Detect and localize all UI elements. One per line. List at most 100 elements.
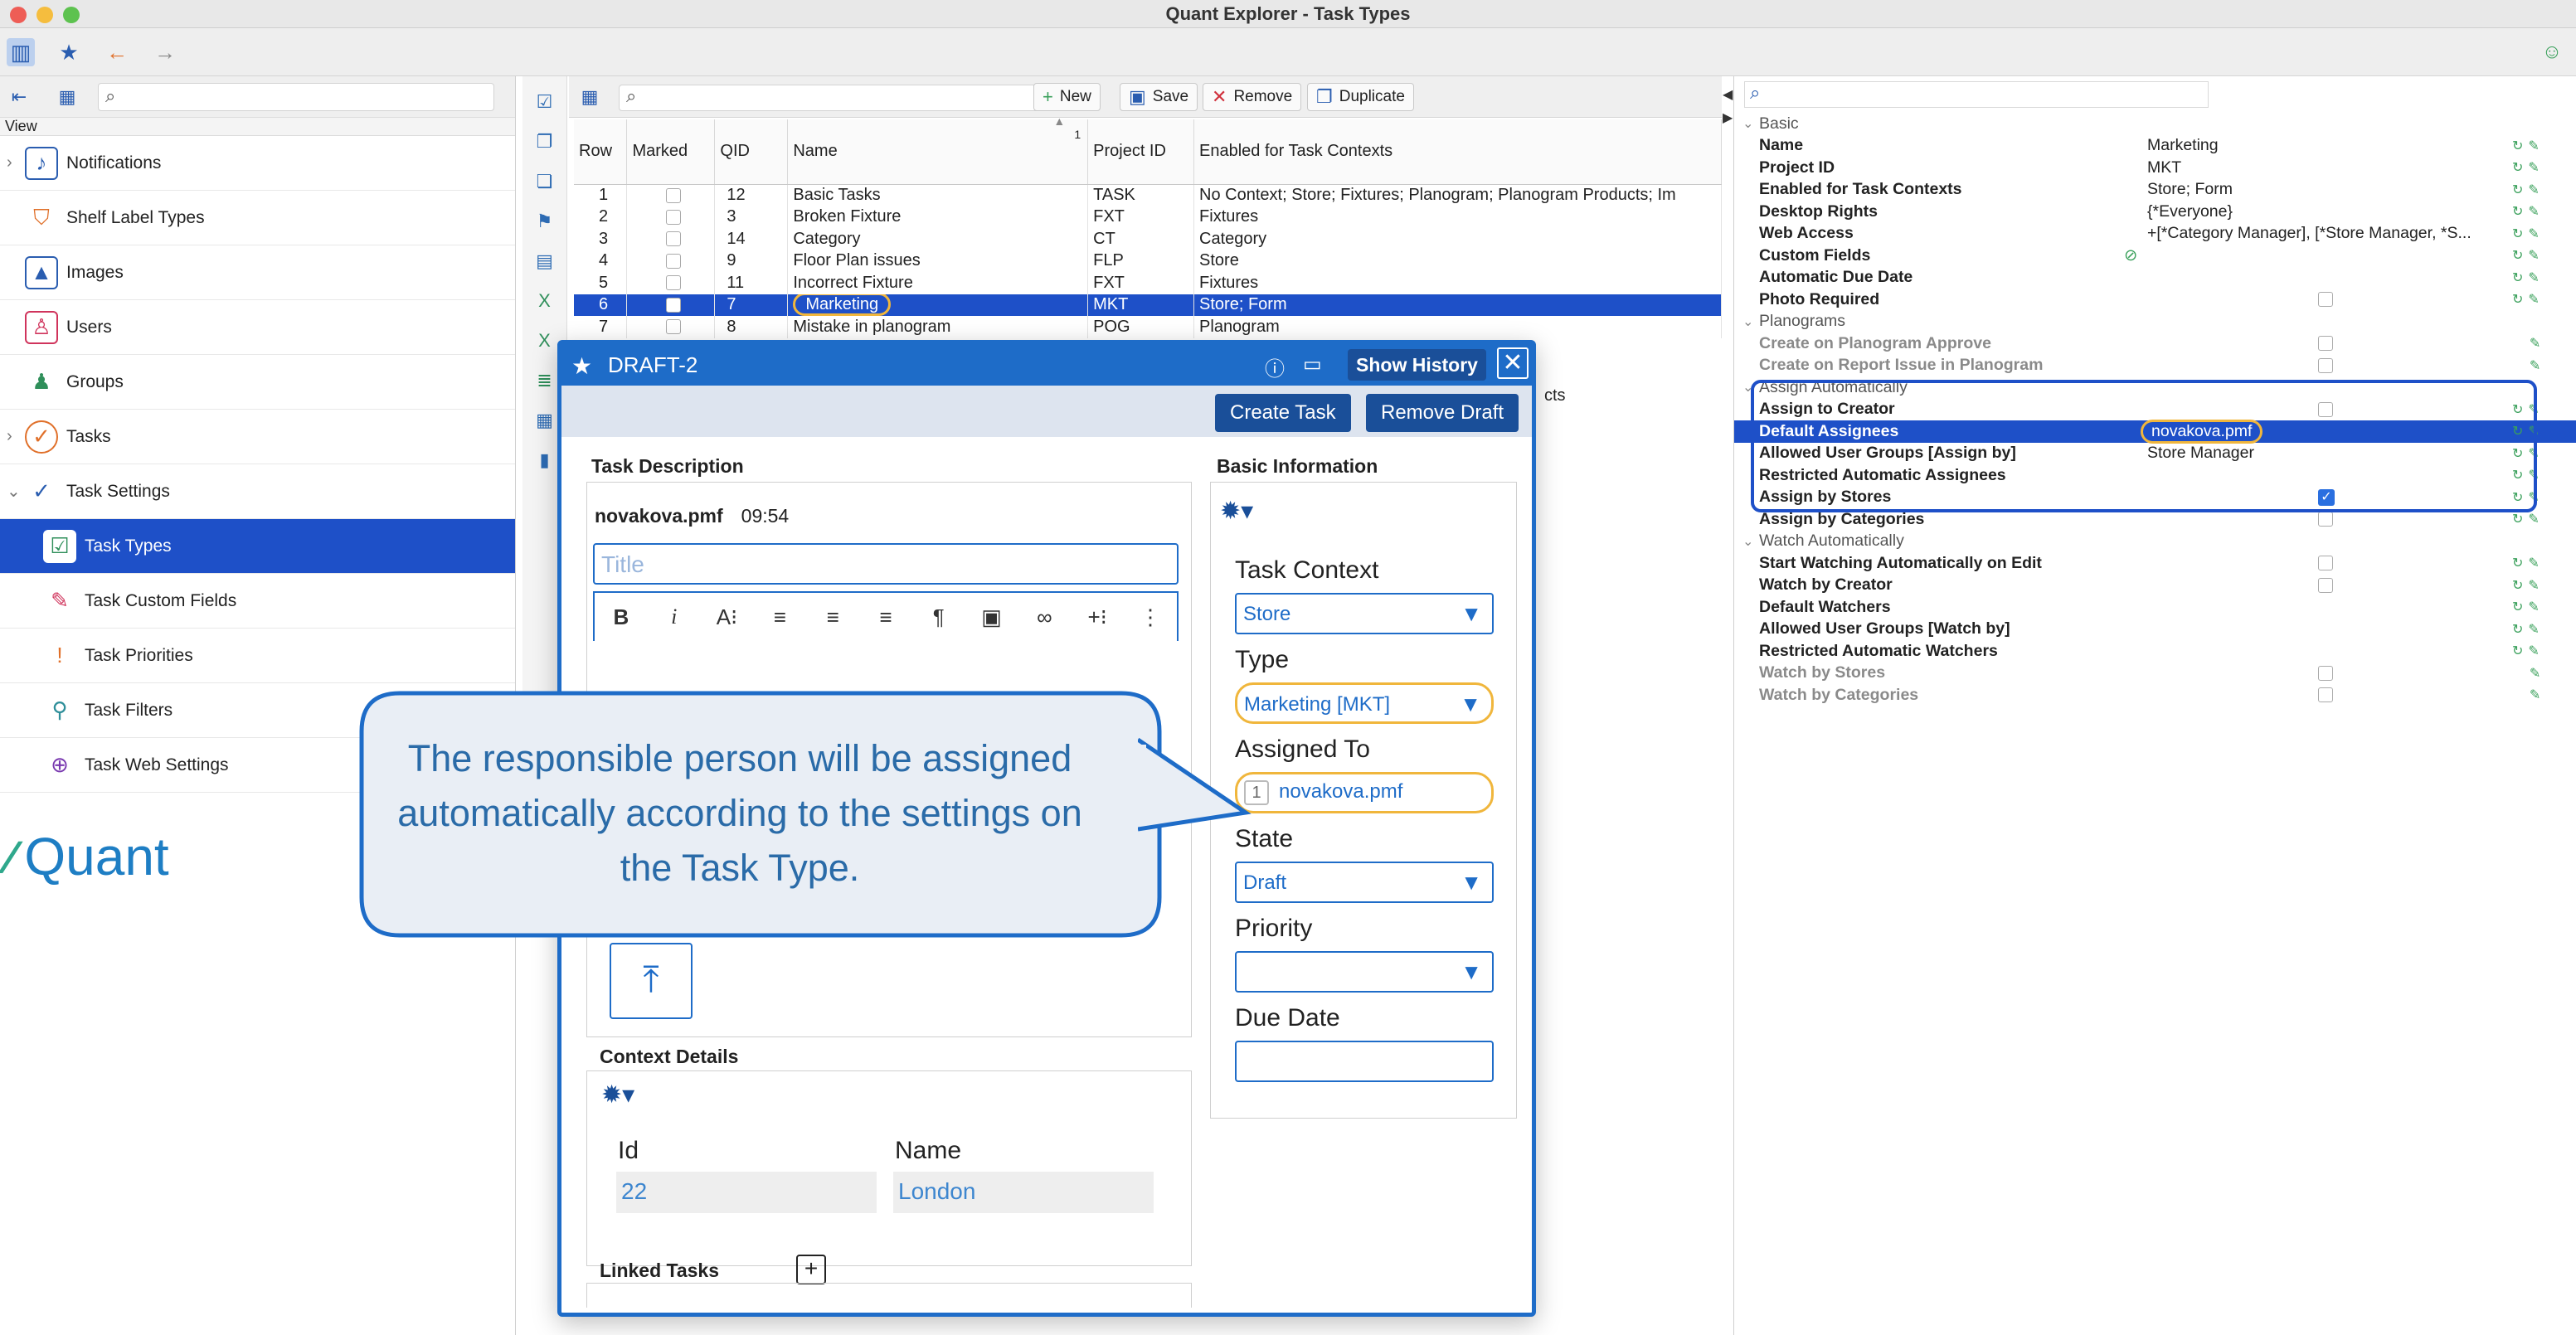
list-search-input[interactable]: ⌕: [619, 85, 1067, 111]
task-context-select[interactable]: Store ▼: [1235, 593, 1494, 634]
property-row-start-watching-on-edit[interactable]: Start Watching Automatically on Edit ↻✎: [1734, 552, 2576, 575]
tag-icon[interactable]: ⚑: [531, 207, 559, 235]
document-icon[interactable]: ▤: [531, 247, 559, 275]
marked-checkbox[interactable]: [665, 209, 681, 225]
more-options-icon[interactable]: ⋮: [1124, 604, 1177, 630]
cell-marked[interactable]: [626, 316, 716, 338]
property-row-custom-fields[interactable]: Custom Fields ⊘ ↻✎: [1734, 245, 2576, 267]
upload-attachment-button[interactable]: ⤒: [610, 943, 693, 1019]
property-row-watch-by-stores[interactable]: Watch by Stores ✎: [1734, 663, 2576, 685]
property-row-enabled-contexts[interactable]: Enabled for Task Contexts Store; Form ↻✎: [1734, 179, 2576, 201]
chevron-down-icon[interactable]: ⌄: [1742, 533, 1753, 550]
italic-icon[interactable]: i: [648, 604, 701, 629]
sidebar-item-images[interactable]: ▲ Images: [0, 245, 515, 300]
marked-checkbox[interactable]: [665, 297, 681, 313]
table-icon[interactable]: ▦: [531, 406, 559, 434]
expand-panel-icon[interactable]: ▶: [1723, 109, 1733, 126]
reset-edit-icons[interactable]: ↻✎: [2512, 555, 2544, 571]
title-input[interactable]: Title: [593, 543, 1179, 585]
property-row-watch-by-creator[interactable]: Watch by Creator ↻✎: [1734, 575, 2576, 597]
cell-marked[interactable]: [626, 250, 716, 272]
sidebar-item-groups[interactable]: ♟ Groups: [0, 355, 515, 410]
insert-more-icon[interactable]: +⁝: [1071, 604, 1124, 630]
property-checkbox[interactable]: [2318, 357, 2333, 373]
remove-draft-button[interactable]: Remove Draft: [1366, 394, 1519, 432]
edit-icon[interactable]: ✎: [2512, 335, 2545, 352]
add-linked-task-button[interactable]: +: [796, 1255, 826, 1284]
chevron-right-icon[interactable]: ›: [7, 427, 12, 446]
property-group-watch-automatically[interactable]: ⌄ Watch Automatically: [1734, 531, 2576, 553]
star-icon[interactable]: ★: [571, 352, 592, 380]
marked-checkbox[interactable]: [665, 187, 681, 203]
csv-icon[interactable]: ≣: [531, 367, 559, 395]
column-header-marked[interactable]: Marked: [626, 119, 716, 185]
chevron-down-icon[interactable]: ⌄: [1742, 115, 1753, 132]
cell-marked[interactable]: [626, 294, 716, 316]
sidebar-item-shelf-label-types[interactable]: ⛉ Shelf Label Types: [0, 191, 515, 245]
gear-icon[interactable]: ✹▾: [1220, 497, 1253, 526]
chevron-down-icon[interactable]: ⌄: [1742, 313, 1753, 330]
property-row-watch-by-categories[interactable]: Watch by Categories ✎: [1734, 684, 2576, 706]
table-row[interactable]: 2 3 Broken Fixture FXT Fixtures: [574, 206, 1722, 228]
properties-search-input[interactable]: ⌕: [1744, 81, 2209, 108]
table-row[interactable]: 7 8 Mistake in planogram POG Planogram: [574, 316, 1722, 338]
reset-edit-icons[interactable]: ↻✎: [2512, 291, 2544, 308]
table-row[interactable]: 4 9 Floor Plan issues FLP Store: [574, 250, 1722, 272]
property-row-default-watchers[interactable]: Default Watchers ↻✎: [1734, 596, 2576, 619]
align-center-icon[interactable]: ≡: [806, 604, 859, 630]
excel-export-icon[interactable]: X: [531, 287, 559, 315]
property-row-automatic-due-date[interactable]: Automatic Due Date ↻✎: [1734, 267, 2576, 289]
reset-edit-icons[interactable]: ↻✎: [2512, 577, 2544, 594]
property-checkbox[interactable]: [2318, 665, 2333, 681]
grid-view-icon[interactable]: ▦: [576, 83, 604, 111]
edit-icon[interactable]: ✎: [2512, 665, 2545, 682]
align-left-icon[interactable]: ≡: [753, 604, 806, 630]
status-smiley-icon[interactable]: ☺: [2538, 38, 2566, 66]
paste-icon[interactable]: ❏: [531, 167, 559, 196]
back-arrow-icon[interactable]: ←: [103, 38, 131, 66]
table-row[interactable]: 1 12 Basic Tasks TASK No Context; Store;…: [574, 184, 1722, 206]
cell-marked[interactable]: [626, 272, 716, 294]
close-icon[interactable]: ✕: [1497, 347, 1529, 379]
marked-checkbox[interactable]: [665, 275, 681, 291]
property-row-create-on-report-issue[interactable]: Create on Report Issue in Planogram ✎: [1734, 355, 2576, 377]
collapse-tree-icon[interactable]: ⇤: [5, 83, 33, 111]
reset-edit-icons[interactable]: ↻✎: [2512, 643, 2544, 659]
state-select[interactable]: Draft ▼: [1235, 862, 1494, 903]
chevron-right-icon[interactable]: ›: [7, 153, 12, 172]
edit-custom-fields-icon[interactable]: ⊘: [2124, 245, 2137, 265]
sidebar-item-tasks[interactable]: › ✓ Tasks: [0, 410, 515, 464]
property-row-project-id[interactable]: Project ID MKT ↻✎: [1734, 157, 2576, 179]
reset-edit-icons[interactable]: ↻✎: [2512, 203, 2544, 220]
property-checkbox[interactable]: [2318, 292, 2333, 308]
property-checkbox[interactable]: [2318, 336, 2333, 352]
assigned-to-field[interactable]: 1 novakova.pmf: [1235, 772, 1494, 813]
table-row[interactable]: 3 14 Category CT Category: [574, 228, 1722, 250]
sidebar-search-input[interactable]: ⌕: [98, 83, 494, 111]
property-value[interactable]: MKT: [2147, 158, 2181, 177]
property-checkbox[interactable]: [2318, 687, 2333, 703]
marked-checkbox[interactable]: [665, 231, 681, 247]
paragraph-icon[interactable]: ¶: [912, 604, 965, 630]
duplicate-button[interactable]: ❐ Duplicate: [1307, 83, 1414, 111]
cell-marked[interactable]: [626, 228, 716, 250]
property-value[interactable]: Store; Form: [2147, 180, 2233, 199]
sidebar-item-users[interactable]: ♙ Users: [0, 300, 515, 355]
reset-edit-icons[interactable]: ↻✎: [2512, 138, 2544, 154]
font-size-icon[interactable]: A⁝: [701, 604, 754, 630]
property-checkbox[interactable]: [2318, 512, 2333, 527]
priority-select[interactable]: ▼: [1235, 951, 1494, 993]
copy-icon[interactable]: ❐: [531, 128, 559, 156]
reset-edit-icons[interactable]: ↻✎: [2512, 269, 2544, 286]
show-history-button[interactable]: Show History: [1348, 349, 1486, 381]
gear-icon[interactable]: ✹▾: [601, 1080, 634, 1109]
marked-checkbox[interactable]: [665, 319, 681, 335]
sidebar-item-notifications[interactable]: › ♪ Notifications: [0, 136, 515, 191]
column-header-project-id[interactable]: Project ID: [1087, 119, 1195, 185]
collapse-panel-icon[interactable]: ◀: [1723, 86, 1733, 103]
reset-edit-icons[interactable]: ↻✎: [2512, 511, 2544, 527]
reset-edit-icons[interactable]: ↻✎: [2512, 247, 2544, 264]
comments-icon[interactable]: ▭: [1303, 352, 1322, 376]
sidebar-toggle-icon[interactable]: ▥: [7, 38, 35, 66]
edit-icon[interactable]: ✎: [2512, 357, 2545, 374]
